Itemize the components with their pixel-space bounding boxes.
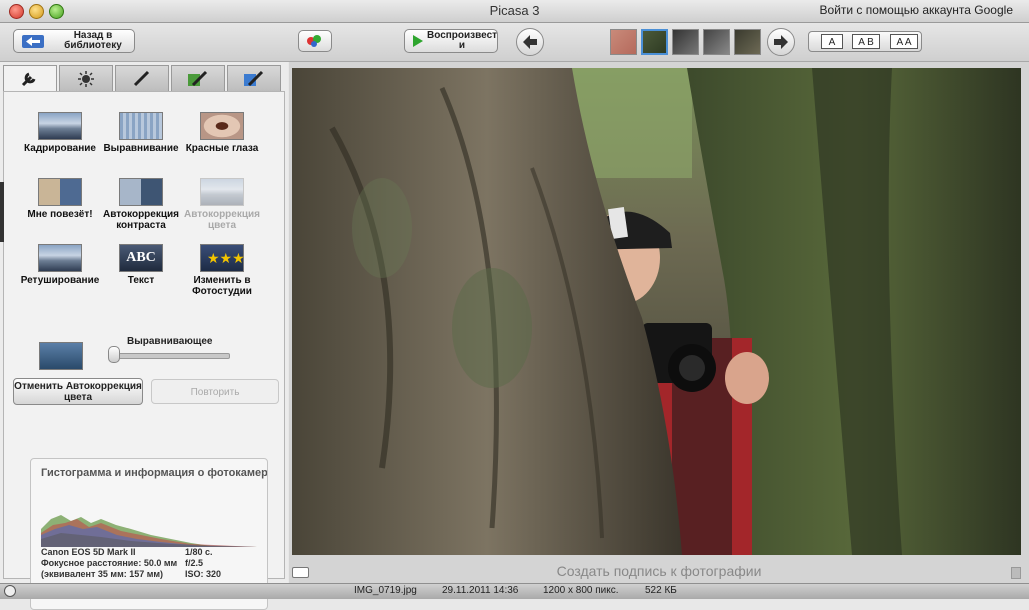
exposure-info: 1/80 с. f/2.5 ISO: 320	[185, 547, 221, 580]
auto-contrast-label: Автокоррекция контраста	[102, 209, 179, 231]
retouch-tool[interactable]: Ретуширование	[20, 244, 100, 286]
studio-stars-icon: ★★★	[200, 244, 245, 272]
crop-thumbnail	[38, 112, 82, 140]
focal-length: Фокусное расстояние: 50.0 мм	[41, 558, 178, 568]
tab-effects-2[interactable]	[171, 65, 225, 91]
feeling-lucky-thumbnail	[38, 178, 82, 206]
straighten-thumbnail	[119, 112, 163, 140]
edit-in-studio-tool[interactable]: ★★★ Изменить в Фотостудии	[182, 244, 262, 297]
fill-light-label: Выравнивающее	[127, 336, 213, 347]
green-brush-icon	[188, 70, 208, 87]
crop-label: Кадрирование	[24, 143, 96, 154]
previous-photo-button[interactable]	[516, 28, 544, 56]
redeye-tool[interactable]: Красные глаза	[182, 112, 262, 154]
library-edge	[0, 182, 4, 242]
undo-button[interactable]: Отменить Автокоррекция цвета	[13, 378, 143, 405]
tab-basic-fixes[interactable]	[3, 65, 57, 91]
auto-contrast-thumbnail	[119, 178, 163, 206]
feeling-lucky-tool[interactable]: Мне повезёт!	[20, 178, 100, 220]
edit-tabs	[3, 65, 285, 91]
tab-effects-3[interactable]	[227, 65, 281, 91]
camera-info: Canon EOS 5D Mark II Фокусное расстояние…	[41, 547, 177, 580]
share-icon	[307, 35, 321, 47]
photo-image[interactable]	[292, 68, 1021, 555]
histogram-title: Гистограмма и информация о фотокамере	[41, 467, 268, 479]
fill-light-slider-handle[interactable]	[108, 346, 120, 363]
focal-equivalent: (эквивалент 35 мм: 157 мм)	[41, 569, 164, 579]
back-to-library-button[interactable]: Назад в библиотеку	[13, 29, 135, 53]
brush-icon	[133, 70, 150, 87]
caption-bar: Создать подпись к фотографии	[289, 562, 1029, 583]
slideshow-label: Воспроизвест и	[427, 30, 498, 51]
iso: ISO: 320	[185, 569, 222, 579]
retouch-label: Ретуширование	[20, 275, 100, 286]
fill-light-slider-track[interactable]	[113, 353, 230, 359]
edit-panel: Кадрирование Выравнивание Красные глаза …	[0, 62, 288, 610]
filmstrip-thumbnail[interactable]	[734, 29, 761, 55]
redeye-label: Красные глаза	[185, 143, 259, 154]
caption-font-size-group: A A B A A	[808, 31, 922, 52]
auto-color-thumbnail	[200, 178, 244, 206]
camera-model: Canon EOS 5D Mark II	[41, 547, 136, 557]
filmstrip-thumbnail[interactable]	[672, 29, 699, 55]
toolbar: Назад в библиотеку Воспроизвест и A A B …	[0, 23, 1029, 62]
slideshow-play-button[interactable]: Воспроизвест и	[404, 29, 498, 53]
status-filename: IMG_0719.jpg	[354, 585, 417, 596]
arrow-right-icon	[774, 35, 788, 49]
share-button[interactable]	[298, 30, 332, 52]
basic-fixes-sheet: Кадрирование Выравнивание Красные глаза …	[3, 91, 285, 610]
back-to-library-label: Назад в библиотеку	[64, 30, 122, 51]
status-dimensions: 1200 x 800 пикс.	[543, 585, 619, 596]
filmstrip-thumbnail[interactable]	[703, 29, 730, 55]
redo-button: Повторить	[151, 379, 279, 404]
blue-brush-icon	[244, 70, 264, 87]
auto-contrast-tool[interactable]: Автокоррекция контраста	[101, 178, 181, 231]
wrench-icon	[21, 72, 36, 87]
tab-effects[interactable]	[115, 65, 169, 91]
caption-input[interactable]: Создать подпись к фотографии	[289, 563, 1029, 579]
status-datetime: 29.11.2011 14:36	[442, 585, 519, 596]
eye-icon	[200, 112, 244, 140]
feeling-lucky-label: Мне повезёт!	[27, 209, 93, 220]
filmstrip-thumbnail-selected[interactable]	[641, 29, 668, 55]
text-tool[interactable]: ABC Текст	[101, 244, 181, 286]
text-label: Текст	[127, 275, 155, 286]
trash-icon[interactable]	[1011, 567, 1021, 579]
title-bar: Picasa 3 Войти с помощью аккаунта Google	[0, 0, 1029, 23]
straighten-label: Выравнивание	[103, 143, 179, 154]
google-signin-link[interactable]: Войти с помощью аккаунта Google	[820, 3, 1013, 17]
arrow-left-icon	[523, 35, 537, 49]
straighten-tool[interactable]: Выравнивание	[101, 112, 181, 154]
aperture: f/2.5	[185, 558, 204, 568]
auto-color-tool: Автокоррекция цвета	[182, 178, 262, 231]
text-abc-icon: ABC	[119, 244, 163, 272]
collapse-toggle-icon[interactable]	[4, 585, 16, 597]
sun-icon	[78, 71, 94, 87]
tab-tuning[interactable]	[59, 65, 113, 91]
crop-tool[interactable]: Кадрирование	[20, 112, 100, 154]
font-size-medium-button[interactable]: A B	[852, 34, 880, 49]
histogram-chart	[41, 515, 257, 547]
shutter-speed: 1/80 с.	[185, 547, 213, 557]
fill-light-thumbnail	[39, 342, 83, 370]
photo-view: Создать подпись к фотографии	[289, 62, 1029, 583]
edit-studio-label: Изменить в Фотостудии	[192, 275, 252, 297]
back-arrow-icon	[22, 35, 44, 48]
auto-color-label: Автокоррекция цвета	[183, 209, 260, 231]
font-size-large-button[interactable]: A A	[890, 34, 918, 49]
status-bar: IMG_0719.jpg 29.11.2011 14:36 1200 x 800…	[0, 583, 1029, 599]
status-filesize: 522 КБ	[645, 585, 677, 596]
photo-content	[292, 68, 1021, 555]
retouch-thumbnail	[38, 244, 82, 272]
filmstrip-thumbnail[interactable]	[610, 29, 637, 55]
font-size-small-button[interactable]: A	[821, 34, 843, 49]
play-icon	[413, 35, 423, 47]
next-photo-button[interactable]	[767, 28, 795, 56]
